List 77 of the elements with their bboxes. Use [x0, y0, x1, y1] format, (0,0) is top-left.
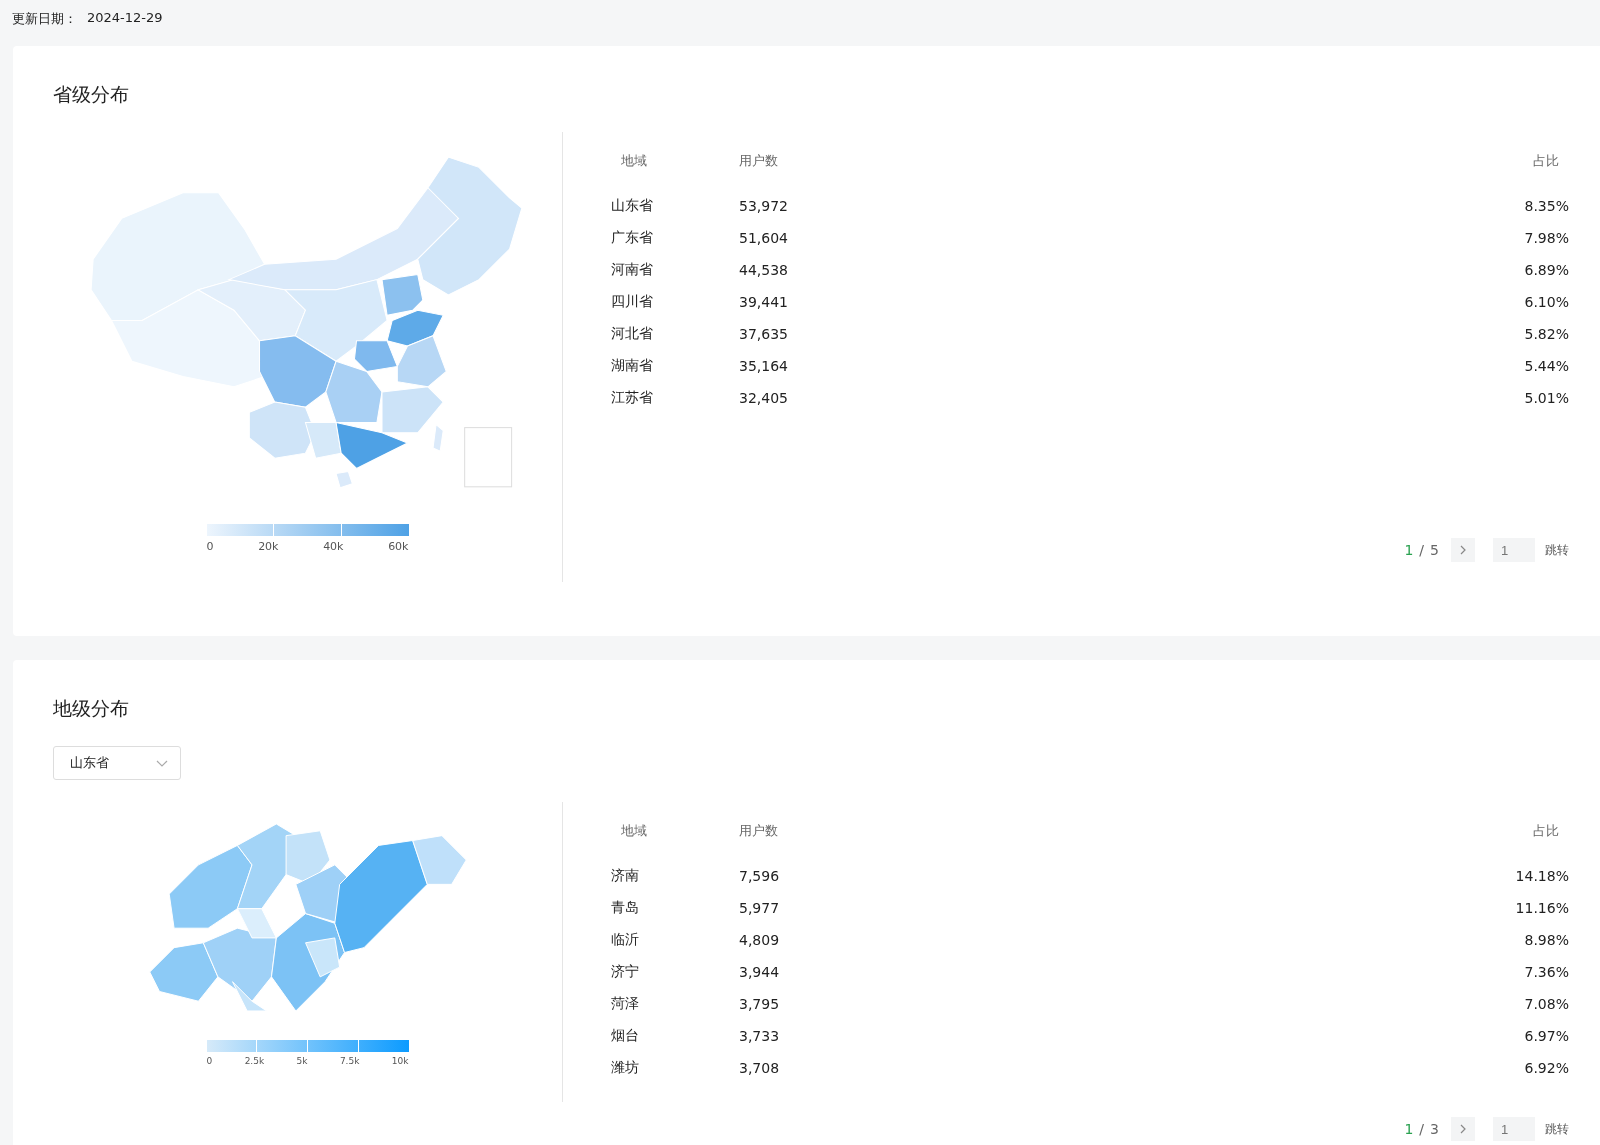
- table-cell: 8.35%: [1524, 198, 1569, 214]
- table-cell-text: 3,795: [739, 996, 781, 1012]
- province-dropdown[interactable]: 山东省: [53, 746, 181, 780]
- table-cell: 11.16%: [1515, 900, 1569, 916]
- table-cell-text: 44,538: [739, 262, 789, 278]
- table-cell-text: 广东省: [611, 229, 654, 247]
- jump-button[interactable]: 跳转: [1545, 1120, 1569, 1138]
- table-cell-text: 32,405: [739, 390, 789, 406]
- column-header: 占比: [1533, 822, 1560, 840]
- table-cell-text: 35,164: [739, 358, 789, 374]
- table-cell: 6.97%: [1524, 1028, 1569, 1044]
- table-cell: 6.92%: [1524, 1060, 1569, 1076]
- column-header: 地域: [620, 152, 648, 170]
- legend-tick: 20k: [258, 540, 279, 553]
- table-cell-text: 5,977: [739, 900, 781, 916]
- table-cell-text: 青岛: [611, 899, 640, 917]
- table-cell-text: 河南省: [611, 261, 654, 279]
- next-page-button[interactable]: [1451, 538, 1475, 562]
- table-cell-text: 江苏省: [611, 389, 654, 407]
- table-cell-text: 3,733: [739, 1028, 781, 1044]
- table-cell-text: 四川省: [611, 293, 654, 311]
- table-cell-text: 菏泽: [611, 995, 640, 1013]
- table-cell-text: 39,441: [739, 294, 789, 310]
- table-cell-text: 37,635: [739, 326, 789, 342]
- table-cell-text: 烟台: [611, 1027, 640, 1045]
- update-date-label: 更新日期：: [12, 10, 77, 28]
- legend-tick: 7.5k: [339, 1056, 360, 1066]
- total-pages: 3: [1430, 1121, 1439, 1137]
- legend-tick: 40k: [323, 540, 344, 553]
- table-cell-text: 4,809: [739, 932, 781, 948]
- table-cell: 6.89%: [1524, 262, 1569, 278]
- section-title: 地级分布: [53, 696, 130, 721]
- page-input[interactable]: 1: [1493, 1117, 1535, 1141]
- table-cell: 5.44%: [1524, 358, 1569, 374]
- table-cell-text: 潍坊: [611, 1059, 640, 1077]
- column-header: 用户数: [739, 822, 779, 840]
- page-separator: /: [1419, 1121, 1425, 1137]
- chevron-right-icon: [1460, 1124, 1466, 1134]
- table-cell: 14.18%: [1515, 868, 1569, 884]
- table-cell-text: 3,944: [739, 964, 781, 980]
- table-cell-text: 山东省: [611, 197, 654, 215]
- update-date: 2024-12-29: [87, 10, 163, 27]
- column-header: 用户数: [739, 152, 779, 170]
- column-header: 地域: [620, 822, 648, 840]
- page-input[interactable]: 1: [1493, 538, 1535, 562]
- table-cell-text: 3,708: [739, 1060, 781, 1076]
- current-page: 1: [1404, 1121, 1414, 1137]
- chevron-right-icon: [1460, 545, 1466, 555]
- table-cell-text: 湖南省: [611, 357, 654, 375]
- chevron-down-icon: [156, 759, 168, 767]
- table-cell-text: 济宁: [611, 963, 640, 981]
- table-cell: 6.10%: [1524, 294, 1569, 310]
- legend-tick: 10k: [391, 1056, 409, 1066]
- table-cell: 7.36%: [1524, 964, 1569, 980]
- table-cell: 7.98%: [1524, 230, 1569, 246]
- column-header: 占比: [1533, 152, 1560, 170]
- legend-tick: 60k: [388, 540, 409, 553]
- legend-tick: 5k: [296, 1056, 308, 1066]
- table-cell: 7.08%: [1524, 996, 1569, 1012]
- legend-tick: 0: [206, 540, 214, 553]
- table-cell: 5.82%: [1524, 326, 1569, 342]
- legend-tick: 2.5k: [244, 1056, 265, 1066]
- table-cell-text: 7,596: [739, 868, 781, 884]
- next-page-button[interactable]: [1451, 1117, 1475, 1141]
- table-cell-text: 临沂: [611, 931, 640, 949]
- section-title: 省级分布: [53, 82, 130, 107]
- table-cell: 5.01%: [1524, 390, 1569, 406]
- jump-button[interactable]: 跳转: [1545, 541, 1569, 559]
- current-page: 1: [1404, 542, 1414, 558]
- table-cell-text: 51,604: [739, 230, 789, 246]
- table-cell: 8.98%: [1524, 932, 1569, 948]
- legend-tick: 0: [206, 1056, 213, 1066]
- table-cell-text: 济南: [611, 867, 640, 885]
- page-separator: /: [1419, 542, 1425, 558]
- table-cell-text: 河北省: [611, 325, 654, 343]
- total-pages: 5: [1430, 542, 1439, 558]
- table-cell-text: 53,972: [739, 198, 789, 214]
